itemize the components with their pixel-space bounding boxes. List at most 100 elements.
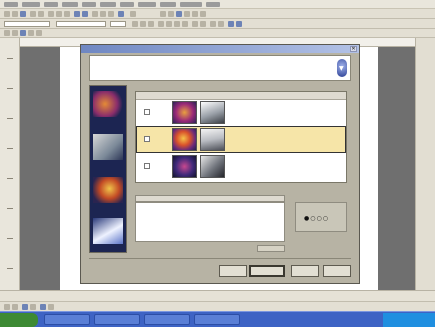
columns-icon[interactable] <box>100 11 106 17</box>
toolbar-icon[interactable] <box>30 304 36 310</box>
align-center-icon[interactable] <box>166 21 172 27</box>
grid-row-selected[interactable] <box>136 126 346 153</box>
taskbar-button[interactable] <box>94 314 140 325</box>
toolbar-icon[interactable] <box>22 304 28 310</box>
menu-item[interactable] <box>82 2 96 7</box>
thumbnail-icon <box>200 101 225 124</box>
dialog-header <box>89 55 351 81</box>
toolbar-icon[interactable] <box>36 30 42 36</box>
bullets-icon[interactable] <box>200 21 206 27</box>
toolbar-icon[interactable] <box>160 11 166 17</box>
small-option-button[interactable] <box>257 245 285 252</box>
thumbnail-icon <box>172 128 197 151</box>
new-document-icon[interactable] <box>4 11 10 17</box>
screen: { "app": { "menu_items": ["", "", "", ""… <box>0 0 435 327</box>
toolbar-icon[interactable] <box>40 304 46 310</box>
vertical-scrollbar[interactable] <box>415 38 435 290</box>
toolbar-icon[interactable] <box>200 11 206 17</box>
numbering-icon[interactable] <box>192 21 198 27</box>
checkbox-icon[interactable] <box>144 163 150 169</box>
grid-row[interactable] <box>136 99 346 126</box>
dialog-separator <box>89 258 351 259</box>
description-pane[interactable] <box>135 202 285 242</box>
italic-icon[interactable] <box>140 21 146 27</box>
taskbar-button[interactable] <box>44 314 90 325</box>
save-icon[interactable] <box>20 11 26 17</box>
undo-icon[interactable] <box>74 11 80 17</box>
menu-item[interactable] <box>22 2 40 7</box>
style-combo[interactable] <box>4 21 50 27</box>
checkbox-icon[interactable] <box>144 109 150 115</box>
open-icon[interactable] <box>12 11 18 17</box>
menu-item[interactable] <box>100 2 116 7</box>
checkbox-icon[interactable] <box>144 136 150 142</box>
toolbar-icon[interactable] <box>4 304 10 310</box>
menu-item[interactable] <box>62 2 78 7</box>
drawing-icon[interactable] <box>108 11 114 17</box>
finish-button[interactable] <box>291 265 319 277</box>
thumbnail-icon <box>200 128 225 151</box>
zoom-icon[interactable] <box>118 11 124 17</box>
menu-item[interactable] <box>120 2 134 7</box>
close-icon[interactable]: ✕ <box>350 46 357 52</box>
menu-item[interactable] <box>4 2 18 7</box>
cut-icon[interactable] <box>48 11 54 17</box>
indent-icon[interactable] <box>218 21 224 27</box>
thumbnail-icon <box>172 155 197 178</box>
taskbar-button[interactable] <box>144 314 190 325</box>
font-color-icon[interactable] <box>236 21 242 27</box>
font-size-combo[interactable] <box>110 21 126 27</box>
start-button[interactable] <box>0 313 38 327</box>
redo-icon[interactable] <box>82 11 88 17</box>
paste-icon[interactable] <box>64 11 70 17</box>
system-tray[interactable] <box>383 313 435 327</box>
style-grid[interactable] <box>135 91 347 183</box>
wizard-icon <box>337 59 347 77</box>
back-button[interactable] <box>219 265 247 277</box>
toolbar-icon[interactable] <box>20 30 26 36</box>
cancel-button[interactable] <box>323 265 351 277</box>
wizard-dialog: ✕ ▼ ●○○○ <box>80 44 360 284</box>
print-icon[interactable] <box>30 11 36 17</box>
next-button[interactable] <box>249 265 285 277</box>
underline-icon[interactable] <box>148 21 154 27</box>
toolbar-icon[interactable] <box>48 304 54 310</box>
dialog-title-bar[interactable]: ✕ <box>81 45 359 53</box>
preview-dots-icon: ●○○○ <box>304 215 329 222</box>
toolbar-icon[interactable] <box>4 30 10 36</box>
align-right-icon[interactable] <box>174 21 180 27</box>
outdent-icon[interactable] <box>210 21 216 27</box>
side-image <box>93 134 123 160</box>
justify-icon[interactable] <box>182 21 188 27</box>
toolbar-icon[interactable] <box>168 11 174 17</box>
toolbar-icon[interactable] <box>184 11 190 17</box>
toolbar-icon[interactable] <box>192 11 198 17</box>
taskbar <box>0 311 435 327</box>
preview-icon[interactable] <box>38 11 44 17</box>
grid-row[interactable] <box>136 153 346 180</box>
menu-item[interactable] <box>160 2 176 7</box>
menu-item[interactable] <box>138 2 156 7</box>
toolbar-icon[interactable] <box>28 30 34 36</box>
help-icon[interactable] <box>130 11 136 17</box>
highlight-icon[interactable] <box>228 21 234 27</box>
thumbnail-icon <box>200 155 225 178</box>
taskbar-button[interactable] <box>194 314 240 325</box>
menu-item[interactable] <box>206 2 220 7</box>
copy-icon[interactable] <box>56 11 62 17</box>
standard-toolbar <box>0 9 435 19</box>
menu-item[interactable] <box>44 2 58 7</box>
formatting-toolbar <box>0 19 435 29</box>
thumbnail-icon <box>172 101 197 124</box>
preview-box: ●○○○ <box>295 202 347 232</box>
align-left-icon[interactable] <box>158 21 164 27</box>
table-icon[interactable] <box>92 11 98 17</box>
toolbar-icon[interactable] <box>12 304 18 310</box>
status-bar <box>0 290 435 301</box>
bold-icon[interactable] <box>132 21 138 27</box>
side-image-panel <box>89 85 127 253</box>
font-combo[interactable] <box>56 21 106 27</box>
toolbar-icon[interactable] <box>12 30 18 36</box>
menu-item[interactable] <box>180 2 202 7</box>
toolbar-icon[interactable] <box>176 11 182 17</box>
